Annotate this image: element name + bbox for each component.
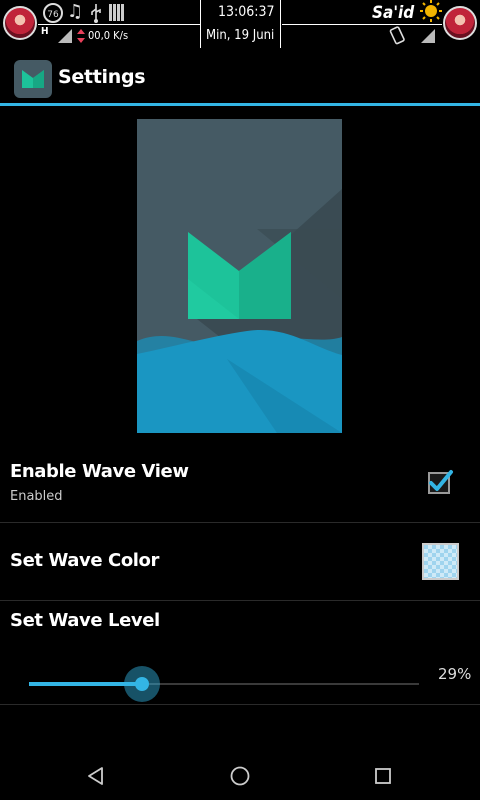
music-note-icon: ♫ — [67, 1, 84, 22]
navigation-bar — [0, 752, 480, 800]
pref-set-wave-color[interactable]: Set Wave Color — [0, 523, 480, 600]
pref-wave-view-summary: Enabled — [10, 489, 63, 504]
wave-preview — [137, 119, 342, 433]
clock: 13:06:37 — [218, 4, 275, 20]
pref-set-wave-level: Set Wave Level — [0, 601, 480, 704]
avatar-right — [443, 6, 477, 40]
network-speed: 00,0 K/s — [88, 29, 129, 42]
signal-bars-icon — [109, 4, 124, 21]
sun-icon — [420, 0, 442, 22]
battery-circle-icon: 76 — [43, 3, 63, 23]
pref-wave-color-title: Set Wave Color — [10, 550, 159, 571]
status-bar: 76 ♫ H 00,0 K/s 13:06:37 Min, 19 Juni Sa… — [0, 0, 480, 50]
action-bar-accent — [0, 103, 480, 106]
avatar-left — [3, 6, 37, 40]
status-divider-left — [38, 24, 200, 25]
divider — [0, 704, 480, 705]
checkmark-icon — [429, 470, 453, 491]
pref-enable-wave-view[interactable]: Enable Wave View Enabled — [0, 450, 480, 522]
back-icon[interactable] — [76, 760, 116, 792]
page-title: Settings — [58, 66, 146, 88]
phone-vibrate-icon — [389, 26, 405, 45]
app-m-logo-icon[interactable] — [14, 60, 52, 98]
data-arrows-icon — [77, 29, 85, 43]
cell-signal-icon — [58, 29, 72, 43]
svg-text:76: 76 — [47, 10, 59, 20]
cell-signal-right-icon — [421, 29, 435, 43]
wave-color-swatch[interactable] — [422, 543, 459, 580]
pref-wave-view-title: Enable Wave View — [10, 461, 189, 482]
action-bar: Settings — [0, 50, 480, 104]
status-divider-right — [282, 24, 442, 25]
status-divider-v-right — [280, 0, 281, 48]
seekbar-thumb[interactable] — [135, 677, 150, 691]
date: Min, 19 Juni — [206, 28, 275, 43]
usb-icon — [91, 4, 101, 23]
pref-wave-level-title: Set Wave Level — [10, 610, 160, 631]
wave-level-value: 29% — [438, 665, 472, 683]
carrier-name: Sa'id — [372, 3, 415, 23]
network-type-icon: H — [41, 26, 49, 37]
home-icon[interactable] — [220, 760, 260, 792]
recents-icon[interactable] — [363, 760, 403, 792]
status-divider-v-left — [200, 0, 201, 48]
